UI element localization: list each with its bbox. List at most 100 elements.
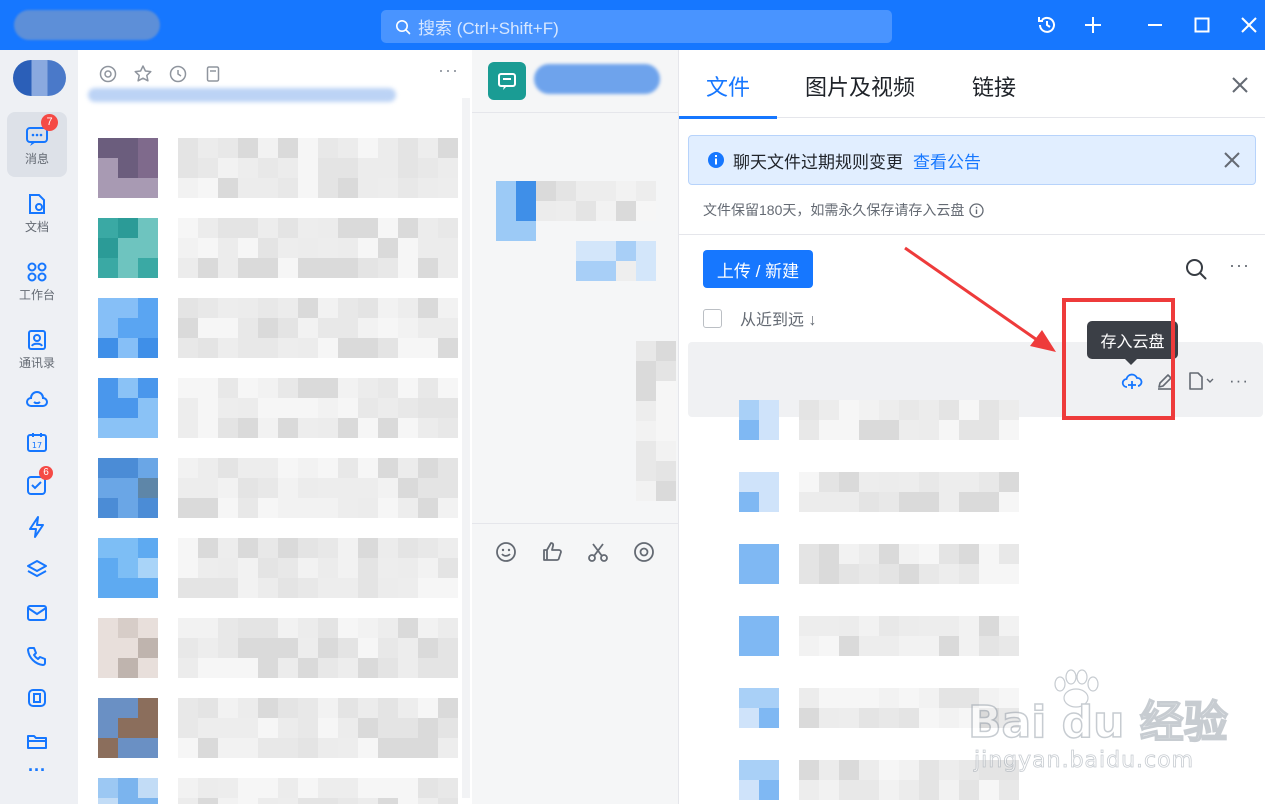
conversation-more-button[interactable]: ··· bbox=[438, 60, 459, 81]
nav-item-phone[interactable] bbox=[7, 644, 67, 668]
redacted-content-block bbox=[438, 778, 458, 798]
redacted-content-block bbox=[138, 578, 158, 598]
redacted-content-block bbox=[98, 418, 118, 438]
redacted-content-block bbox=[318, 418, 338, 438]
redacted-content-block bbox=[178, 378, 198, 398]
conversation-scrollbar[interactable] bbox=[462, 98, 470, 798]
search-icon[interactable] bbox=[1184, 257, 1208, 281]
history-icon[interactable] bbox=[1034, 12, 1060, 38]
nav-item-cloud[interactable] bbox=[7, 388, 67, 412]
redacted-content-block bbox=[278, 378, 298, 398]
close-window-icon[interactable] bbox=[1236, 12, 1262, 38]
redacted-content-block bbox=[238, 538, 258, 558]
nav-item-lightning[interactable] bbox=[7, 515, 67, 539]
redacted-content-block bbox=[919, 492, 939, 512]
redacted-content-block bbox=[118, 698, 138, 718]
redacted-content-block bbox=[298, 718, 318, 738]
redacted-content-block bbox=[959, 472, 979, 492]
star-filter-icon[interactable] bbox=[133, 64, 153, 84]
tab-links[interactable]: 链接 bbox=[972, 70, 1016, 102]
redacted-content-block bbox=[218, 578, 238, 598]
emoji-icon[interactable] bbox=[494, 540, 518, 564]
tab-images-videos[interactable]: 图片及视频 bbox=[805, 70, 915, 102]
nav-item-docs[interactable]: 文档 bbox=[7, 192, 67, 235]
redacted-content-block bbox=[438, 258, 458, 278]
select-all-checkbox[interactable] bbox=[703, 308, 722, 328]
redacted-content-block bbox=[899, 636, 919, 656]
redacted-content-block bbox=[318, 698, 338, 718]
redacted-content-block bbox=[218, 338, 238, 358]
close-notice-icon[interactable] bbox=[1221, 149, 1243, 171]
clipboard-filter-icon[interactable] bbox=[203, 64, 223, 84]
redacted-content-block bbox=[979, 564, 999, 584]
redacted-content-block bbox=[138, 498, 158, 518]
nav-item-mail[interactable] bbox=[7, 601, 67, 625]
view-announcement-link[interactable]: 查看公告 bbox=[913, 148, 981, 173]
redacted-content-block bbox=[198, 418, 218, 438]
thumbs-up-icon[interactable] bbox=[540, 540, 564, 564]
redacted-content-block bbox=[839, 636, 859, 656]
info-outline-icon[interactable] bbox=[969, 202, 985, 218]
maximize-icon[interactable] bbox=[1189, 12, 1215, 38]
annotation-highlight-box bbox=[1062, 298, 1175, 420]
nav-item-workbench[interactable]: 工作台 bbox=[7, 260, 67, 303]
group-avatar[interactable] bbox=[488, 62, 526, 100]
redacted-content-block bbox=[398, 318, 418, 338]
nav-item-calendar[interactable]: 17 bbox=[7, 430, 67, 454]
sort-order-toggle[interactable]: 从近到远 ↓ bbox=[740, 306, 816, 330]
avatar[interactable] bbox=[13, 60, 66, 96]
add-icon[interactable] bbox=[1080, 12, 1106, 38]
redacted-content-block bbox=[999, 492, 1019, 512]
minimize-icon[interactable] bbox=[1142, 12, 1168, 38]
redacted-content-block bbox=[839, 780, 859, 800]
tab-files[interactable]: 文件 bbox=[706, 70, 750, 102]
redacted-content-block bbox=[118, 718, 138, 738]
redacted-content-block bbox=[859, 564, 879, 584]
redacted-content-block bbox=[919, 688, 939, 708]
nav-item-todo[interactable]: 6 bbox=[7, 466, 67, 497]
global-search-input[interactable]: 搜索 (Ctrl+Shift+F) bbox=[381, 10, 892, 43]
redacted-content-block bbox=[799, 544, 819, 564]
redacted-content-block bbox=[358, 458, 378, 478]
redacted-content-block bbox=[98, 218, 118, 238]
redacted-content-block bbox=[418, 238, 438, 258]
close-panel-icon[interactable] bbox=[1229, 74, 1251, 96]
nav-item-folder[interactable] bbox=[7, 729, 67, 753]
redacted-content-block bbox=[278, 738, 298, 758]
nav-item-more[interactable]: ··· bbox=[7, 760, 67, 781]
row-more-button[interactable]: ··· bbox=[1229, 371, 1249, 391]
mention-icon[interactable] bbox=[632, 540, 656, 564]
screenshot-icon[interactable] bbox=[586, 540, 610, 564]
redacted-content-block bbox=[879, 708, 899, 728]
redacted-content-block bbox=[979, 400, 999, 420]
redacted-content-block bbox=[338, 558, 358, 578]
redacted-content-block bbox=[398, 798, 418, 804]
redacted-content-block bbox=[258, 178, 278, 198]
redacted-content-block bbox=[98, 138, 118, 158]
redacted-content-block bbox=[258, 718, 278, 738]
redacted-content-block bbox=[378, 218, 398, 238]
redacted-content-block bbox=[358, 238, 378, 258]
redacted-content-block bbox=[278, 418, 298, 438]
redacted-content-block bbox=[739, 760, 759, 780]
redacted-content-block bbox=[118, 138, 138, 158]
redacted-content-block bbox=[198, 178, 218, 198]
file-options-icon[interactable] bbox=[1187, 371, 1217, 391]
file-more-button[interactable]: ··· bbox=[1229, 255, 1250, 276]
recent-filter-icon[interactable] bbox=[168, 64, 188, 84]
upload-new-button[interactable]: 上传 / 新建 bbox=[703, 250, 813, 288]
redacted-content-block bbox=[556, 201, 576, 221]
mention-filter-icon[interactable] bbox=[98, 64, 118, 84]
redacted-content-block bbox=[959, 616, 979, 636]
workbench-icon bbox=[27, 262, 47, 282]
redacted-content-block bbox=[238, 178, 258, 198]
redacted-content-block bbox=[258, 338, 278, 358]
nav-item-layers[interactable] bbox=[7, 558, 67, 582]
nav-item-meeting[interactable] bbox=[7, 686, 67, 710]
current-user-name[interactable] bbox=[14, 10, 160, 40]
chat-input[interactable] bbox=[472, 583, 678, 804]
redacted-content-block bbox=[138, 398, 158, 418]
nav-item-messages[interactable]: 消息 7 bbox=[7, 112, 67, 177]
redacted-content-block bbox=[118, 458, 138, 478]
nav-item-contacts[interactable]: 通讯录 bbox=[7, 328, 67, 371]
